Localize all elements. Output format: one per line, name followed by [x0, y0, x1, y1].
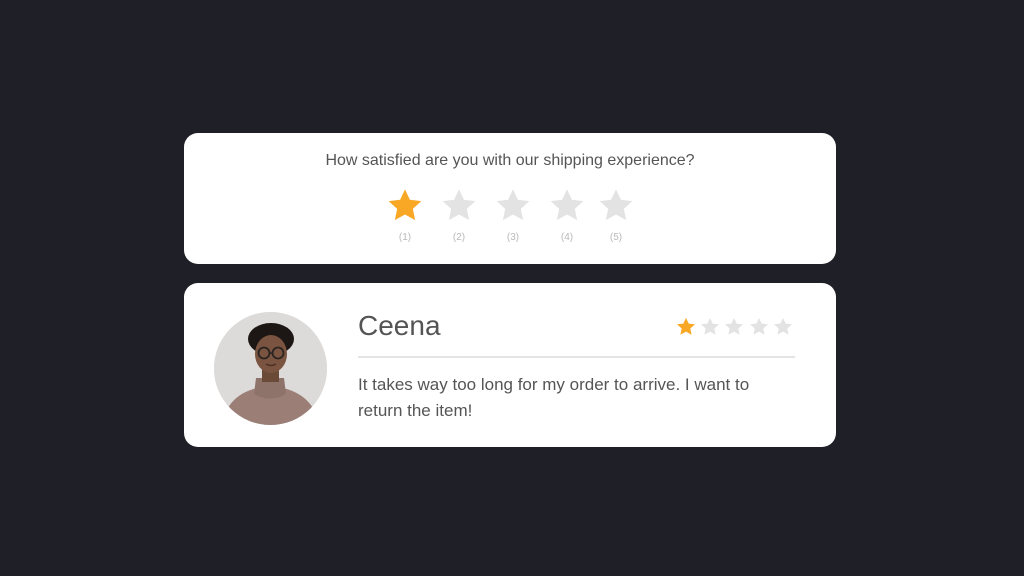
- reviewer-name: Ceena: [358, 310, 441, 341]
- star-icon: [699, 316, 721, 338]
- review-card: Ceena It takes way too long for my order…: [184, 283, 836, 447]
- survey-card: How satisfied are you with our shipping …: [184, 133, 836, 264]
- star-icon: [723, 316, 745, 338]
- star-option-4[interactable]: (4): [545, 186, 589, 246]
- star-icon: [388, 189, 422, 221]
- star-caption: (1): [398, 232, 412, 243]
- star-icon: [442, 189, 476, 221]
- review-text: It takes way too long for my order to ar…: [358, 375, 750, 420]
- star-option-3[interactable]: (3): [491, 186, 535, 246]
- star-icon: [496, 189, 530, 221]
- star-icon: [550, 189, 584, 221]
- star-caption: (3): [506, 232, 520, 243]
- star-rating-input: (1) (2) (3) (4) (5): [383, 186, 643, 246]
- star-icon: [675, 316, 697, 338]
- star-icon: [772, 316, 794, 338]
- avatar: [214, 312, 327, 425]
- star-icon: [748, 316, 770, 338]
- star-caption: (2): [452, 232, 466, 243]
- review-rating: [675, 316, 797, 338]
- star-option-2[interactable]: (2): [437, 186, 481, 246]
- star-option-5[interactable]: (5): [594, 186, 638, 246]
- person-avatar-image: [214, 312, 327, 425]
- star-caption: (4): [560, 232, 574, 243]
- star-icon: [599, 189, 633, 221]
- star-option-1[interactable]: (1): [383, 186, 427, 246]
- divider: [358, 356, 795, 358]
- survey-question: How satisfied are you with our shipping …: [325, 152, 695, 169]
- star-caption: (5): [609, 232, 623, 243]
